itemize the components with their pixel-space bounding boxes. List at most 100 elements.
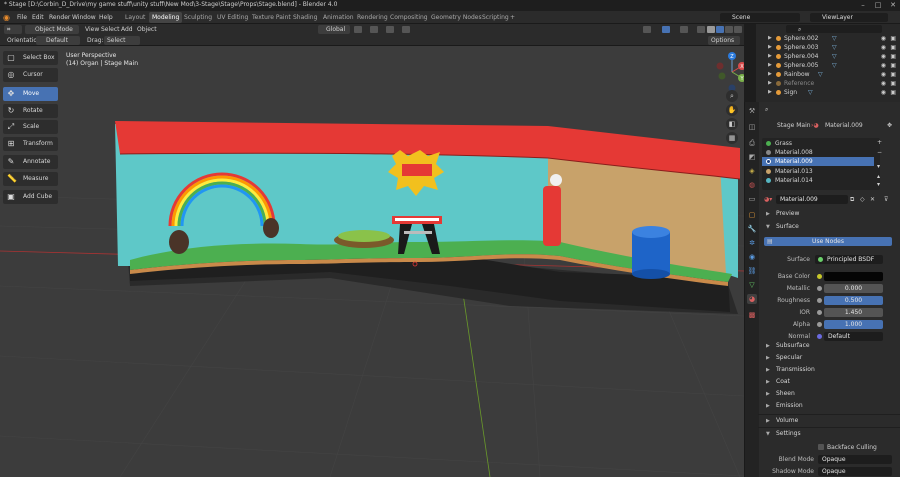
preview-section[interactable]: ▶ Preview: [758, 208, 900, 220]
remove-slot-icon[interactable]: −: [877, 149, 882, 156]
scene-tab-icon[interactable]: ◈: [747, 166, 757, 176]
output-tab-icon[interactable]: ⎙: [747, 138, 757, 148]
tool-select-box[interactable]: ▢ Select Box: [3, 51, 58, 65]
modifiers-tab-icon[interactable]: 🔧: [747, 224, 757, 234]
menu-add[interactable]: Add: [118, 25, 136, 34]
camera-icon[interactable]: ▣: [890, 52, 896, 61]
outliner-item-sphere-005[interactable]: ▶ Sphere.005 ▽ ◉ ▣: [756, 61, 900, 70]
maximize-button[interactable]: □: [871, 0, 885, 11]
pan-hand-icon[interactable]: ✋: [726, 104, 738, 116]
duplicate-material-icon[interactable]: ⧉: [850, 196, 854, 204]
tool-rotate[interactable]: ↻ Rotate: [3, 104, 58, 118]
fake-user-icon[interactable]: ◇: [860, 196, 865, 203]
move-slot-up-icon[interactable]: ▴: [877, 173, 880, 180]
use-nodes-button[interactable]: Use Nodes: [764, 237, 892, 246]
material-slot-013[interactable]: Material.013: [762, 167, 874, 176]
eye-icon[interactable]: ◉: [881, 88, 886, 97]
zoom-icon[interactable]: ⌕: [726, 90, 738, 102]
navigation-gizmo[interactable]: X Y Z: [716, 52, 745, 92]
properties-search-icon[interactable]: ⌕: [765, 106, 768, 114]
metallic-field[interactable]: 0.000: [824, 284, 883, 293]
options-dropdown[interactable]: Options: [708, 36, 740, 45]
ortho-toggle-icon[interactable]: ▦: [726, 132, 738, 144]
critter-left[interactable]: [169, 230, 189, 254]
outliner-item-reference[interactable]: ▶ Reference ◉ ▣: [756, 79, 900, 88]
material-name-field[interactable]: Material.009: [776, 195, 848, 204]
outliner-item-sign[interactable]: ▶ Sign ▽ ◉ ▣: [756, 88, 900, 97]
menu-render[interactable]: Render: [49, 13, 70, 22]
eye-icon[interactable]: ◉: [881, 52, 886, 61]
outliner[interactable]: ⌕ ▶ Sphere.002 ▽ ◉ ▣ ▶ Sphere.003 ▽ ◉ ▣ ▶ Sphere.…: [756, 24, 900, 102]
drag-dropdown[interactable]: Select Box: [104, 36, 140, 53]
tool-cursor[interactable]: ◎ Cursor: [3, 68, 58, 82]
roughness-field[interactable]: 0.500: [824, 296, 883, 305]
subsurface-section[interactable]: ▶ Subsurface: [758, 340, 900, 352]
move-slot-down-icon[interactable]: ▾: [877, 181, 880, 188]
minimize-button[interactable]: –: [856, 0, 870, 11]
tab-geometry-nodes[interactable]: Geometry Nodes: [428, 12, 485, 23]
material-browse-icon[interactable]: ◕▾: [764, 196, 772, 203]
shading-material-icon[interactable]: [725, 26, 733, 33]
tool-move[interactable]: ✥ Move: [3, 87, 58, 101]
tab-compositing[interactable]: Compositing: [387, 12, 431, 23]
tab-animation[interactable]: Animation: [320, 12, 357, 23]
close-button[interactable]: ✕: [886, 0, 900, 11]
emission-section[interactable]: ▶ Emission: [758, 400, 900, 412]
camera-icon[interactable]: ▣: [890, 61, 896, 70]
tool-transform[interactable]: ⊞ Transform: [3, 137, 58, 151]
camera-icon[interactable]: ▣: [890, 70, 896, 79]
cylinder-ball[interactable]: [550, 174, 562, 186]
tab-uv-editing[interactable]: UV Editing: [214, 12, 251, 23]
pin-icon[interactable]: ✥: [887, 122, 892, 129]
outliner-item-sphere-003[interactable]: ▶ Sphere.003 ▽ ◉ ▣: [756, 43, 900, 52]
viewport-scene[interactable]: X Y Z: [0, 46, 744, 477]
visibility-icon[interactable]: [643, 26, 651, 33]
view-layer-selector[interactable]: ViewLayer: [810, 13, 888, 22]
tab-texture-paint[interactable]: Texture Paint: [249, 12, 294, 23]
critter-right[interactable]: [263, 218, 279, 238]
tab-rendering[interactable]: Rendering: [354, 12, 391, 23]
snap-target-icon[interactable]: [386, 26, 394, 33]
material-slot-009[interactable]: Material.009: [762, 157, 874, 166]
tool-scale[interactable]: ⤢ Scale: [3, 120, 58, 134]
menu-object[interactable]: Object: [134, 25, 160, 34]
camera-icon[interactable]: ▣: [890, 79, 896, 88]
transmission-section[interactable]: ▶ Transmission: [758, 364, 900, 376]
tool-measure[interactable]: 📏 Measure: [3, 172, 58, 186]
gizmo-toggle-icon[interactable]: [662, 26, 670, 33]
tool-add-cube[interactable]: ▣ Add Cube: [3, 190, 58, 204]
object-tab-icon[interactable]: ▢: [747, 210, 757, 220]
eye-icon[interactable]: ◉: [881, 70, 886, 79]
sheen-section[interactable]: ▶ Sheen: [758, 388, 900, 400]
tab-shading[interactable]: Shading: [290, 12, 320, 23]
menu-edit[interactable]: Edit: [32, 13, 44, 22]
slot-menu-icon[interactable]: ▾: [877, 163, 880, 170]
eye-icon[interactable]: ◉: [881, 79, 886, 88]
surface-shader-field[interactable]: Principled BSDF: [815, 255, 883, 264]
editor-type-icon[interactable]: ⌗: [4, 25, 22, 34]
shading-wireframe-icon[interactable]: [707, 26, 715, 33]
node-browse-icon[interactable]: ⊽: [884, 196, 888, 203]
eye-icon[interactable]: ◉: [881, 43, 886, 52]
snap-icon[interactable]: [370, 26, 378, 33]
camera-view-icon[interactable]: ◧: [726, 118, 738, 130]
outliner-item-rainbow[interactable]: ▶ Rainbow ▽ ◉ ▣: [756, 70, 900, 79]
3d-viewport[interactable]: X Y Z User Perspective (14) Organ | Stag…: [0, 46, 744, 477]
shading-solid-icon[interactable]: [716, 26, 724, 33]
red-cylinder[interactable]: [543, 186, 561, 246]
camera-icon[interactable]: ▣: [890, 43, 896, 52]
backface-culling-checkbox[interactable]: [818, 444, 824, 450]
alpha-field[interactable]: 1.000: [824, 320, 883, 329]
tab-scripting[interactable]: Scripting: [479, 12, 512, 23]
surface-section[interactable]: ▼ Surface: [758, 221, 900, 233]
tab-sculpting[interactable]: Sculpting: [181, 12, 215, 23]
material-slot-014[interactable]: Material.014: [762, 176, 874, 185]
outliner-item-sphere-004[interactable]: ▶ Sphere.004 ▽ ◉ ▣: [756, 52, 900, 61]
camera-icon[interactable]: ▣: [890, 34, 896, 43]
render-tab-icon[interactable]: ◫: [747, 122, 757, 132]
tab-layout[interactable]: Layout: [122, 12, 148, 23]
view-layer-tab-icon[interactable]: ◩: [747, 152, 757, 162]
blender-logo-icon[interactable]: ◉: [3, 13, 10, 22]
transform-orientation-dropdown[interactable]: Global: [318, 25, 350, 34]
orientation-dropdown[interactable]: Default: [36, 36, 80, 45]
